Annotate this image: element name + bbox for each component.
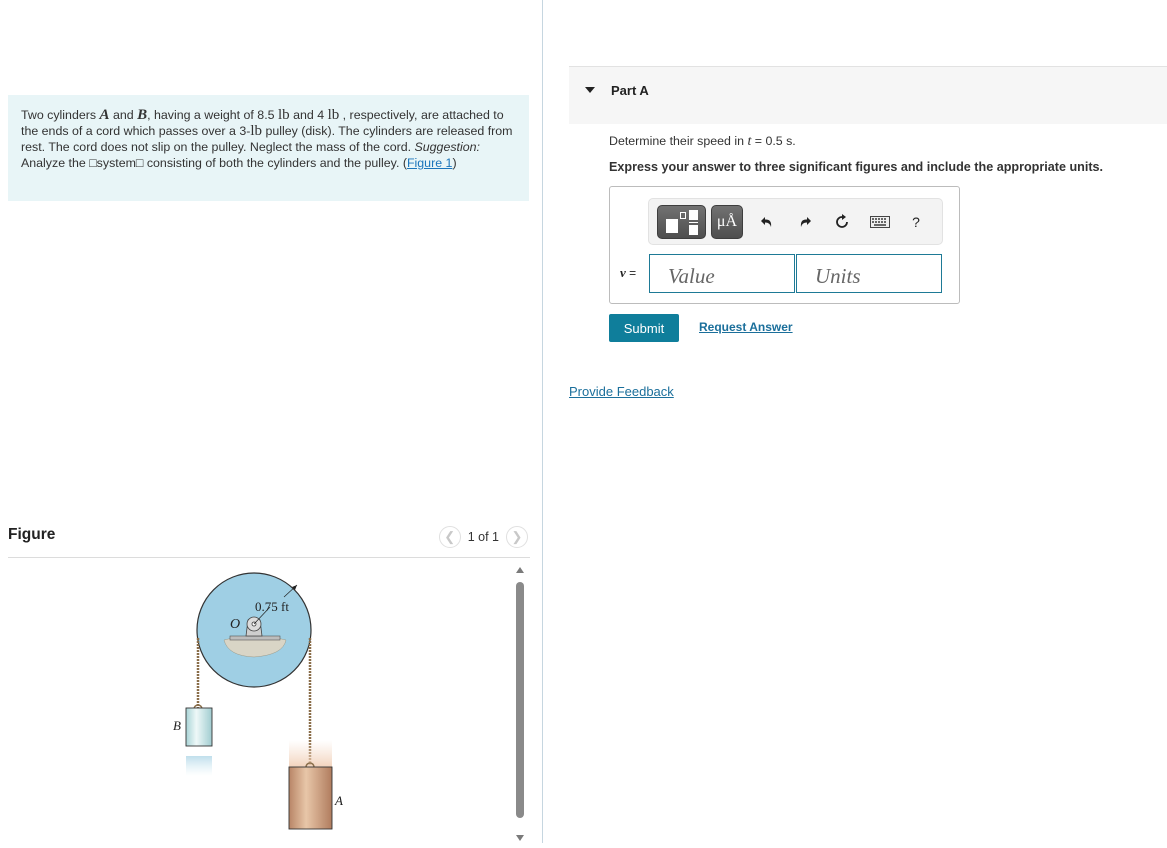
caret-down-icon bbox=[585, 87, 595, 93]
redo-button[interactable] bbox=[794, 211, 816, 233]
cylinder-a bbox=[288, 766, 333, 830]
figure-title: Figure bbox=[8, 526, 56, 543]
scroll-thumb[interactable] bbox=[516, 582, 524, 818]
problem-text: and 4 bbox=[289, 108, 328, 122]
problem-text: Analyze the □system□ consisting of both … bbox=[21, 156, 407, 170]
cylinder-b-label: B bbox=[173, 718, 181, 733]
undo-icon bbox=[761, 217, 772, 227]
units-input[interactable] bbox=[796, 254, 942, 293]
problem-statement: Two cylinders A and B, having a weight o… bbox=[8, 95, 529, 201]
keyboard-button[interactable] bbox=[869, 211, 891, 233]
unit-lb: lb bbox=[327, 107, 340, 123]
instruction-text: Express your answer to three significant… bbox=[609, 160, 1104, 174]
pane-divider bbox=[542, 0, 543, 843]
unit-lb: lb bbox=[277, 107, 290, 123]
chevron-left-icon: ❮ bbox=[444, 529, 456, 544]
undo-button[interactable] bbox=[756, 211, 778, 233]
keyboard-icon bbox=[870, 216, 890, 228]
question-text: Determine their speed in t = 0.5 s. bbox=[609, 134, 796, 150]
figure-scrollbar[interactable] bbox=[513, 562, 527, 843]
prev-figure-button[interactable]: ❮ bbox=[438, 526, 461, 548]
question-suffix: = 0.5 s. bbox=[751, 134, 796, 148]
radius-label: 0.75 ft bbox=[255, 599, 289, 614]
page-indicator: 1 of 1 bbox=[467, 530, 499, 544]
pulley-diagram: 0.75 ft O B A bbox=[173, 572, 343, 830]
figure-image: 0.75 ft O B A bbox=[8, 560, 513, 843]
figure-pagination: ❮ 1 of 1 ❯ bbox=[438, 526, 528, 548]
chevron-right-icon: ❯ bbox=[511, 529, 523, 544]
cylinder-b bbox=[185, 707, 213, 747]
problem-text: , having a weight of 8.5 bbox=[147, 108, 278, 122]
var-b: B bbox=[137, 107, 148, 123]
problem-text: ) bbox=[452, 156, 457, 170]
var-a: A bbox=[99, 107, 110, 123]
request-answer-link[interactable]: Request Answer bbox=[699, 320, 793, 334]
problem-text: and bbox=[109, 108, 138, 122]
templates-button[interactable] bbox=[657, 205, 706, 239]
part-a-header[interactable]: Part A bbox=[569, 66, 1167, 124]
units-button[interactable]: μÅ bbox=[711, 205, 743, 239]
value-input[interactable] bbox=[649, 254, 795, 293]
figure-header: Figure ❮ 1 of 1 ❯ bbox=[8, 520, 530, 558]
scroll-down-arrow-icon[interactable] bbox=[516, 835, 524, 841]
problem-text: Two cylinders bbox=[21, 108, 100, 122]
part-title: Part A bbox=[611, 83, 649, 98]
variable-label: v = bbox=[620, 265, 636, 281]
answer-box: μÅ ? v = bbox=[609, 186, 960, 304]
suggestion-label: Suggestion: bbox=[414, 140, 480, 154]
provide-feedback-link[interactable]: Provide Feedback bbox=[569, 384, 674, 399]
cylinder-a-label: A bbox=[334, 793, 343, 808]
left-pane: Two cylinders A and B, having a weight o… bbox=[0, 0, 542, 843]
reset-icon bbox=[836, 214, 848, 228]
reset-button[interactable] bbox=[831, 211, 853, 233]
figure-link[interactable]: Figure 1 bbox=[407, 156, 452, 170]
unit-lb: lb bbox=[250, 123, 263, 139]
help-button[interactable]: ? bbox=[905, 211, 927, 233]
math-toolbar: μÅ ? bbox=[648, 198, 943, 245]
submit-button[interactable]: Submit bbox=[609, 314, 679, 342]
question-prefix: Determine their speed in bbox=[609, 134, 748, 148]
next-figure-button[interactable]: ❯ bbox=[506, 526, 528, 548]
redo-icon bbox=[800, 217, 811, 227]
equals-sign: = bbox=[625, 266, 637, 280]
scroll-up-arrow-icon[interactable] bbox=[516, 567, 524, 573]
pivot-label: O bbox=[230, 617, 240, 632]
